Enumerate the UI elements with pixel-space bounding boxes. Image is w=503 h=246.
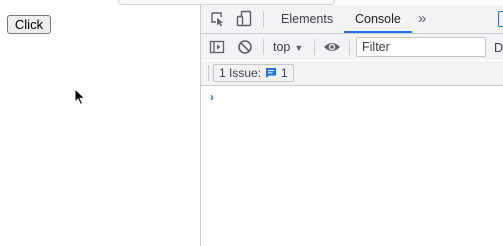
default-levels-label[interactable]: D bbox=[494, 40, 503, 56]
console-prompt[interactable]: › bbox=[210, 90, 214, 104]
inspect-element-icon[interactable] bbox=[210, 11, 226, 27]
issues-label: 1 Issue: bbox=[219, 66, 262, 80]
issues-count: 1 bbox=[281, 66, 288, 80]
tab-separator bbox=[263, 11, 264, 27]
devtools-tab-bar: Elements Console » bbox=[201, 5, 503, 34]
click-button[interactable]: Click bbox=[7, 15, 51, 34]
device-toggle-icon[interactable] bbox=[236, 10, 252, 28]
active-tab-indicator bbox=[344, 31, 412, 33]
filter-input[interactable] bbox=[356, 37, 486, 57]
issues-separator bbox=[208, 65, 209, 81]
console-output[interactable]: › bbox=[201, 86, 503, 246]
sidebar-toggle-icon[interactable] bbox=[209, 39, 225, 55]
cursor-pointer-icon bbox=[74, 88, 86, 106]
toolbar-separator bbox=[314, 39, 315, 55]
issues-button[interactable]: 1 Issue: 1 bbox=[213, 64, 294, 82]
tab-elements[interactable]: Elements bbox=[281, 5, 333, 33]
context-label: top bbox=[273, 40, 291, 54]
issue-message-icon bbox=[266, 68, 277, 78]
page-viewport: Click bbox=[0, 5, 200, 246]
tab-console[interactable]: Console bbox=[355, 5, 401, 33]
eye-icon[interactable] bbox=[323, 40, 341, 54]
devtools-panel: Elements Console » top▼ D 1 Issue: bbox=[200, 5, 503, 246]
toolbar-separator bbox=[263, 39, 264, 55]
clear-console-icon[interactable] bbox=[237, 39, 253, 55]
context-selector[interactable]: top ▼ bbox=[273, 39, 303, 56]
chevron-down-icon: ▼ bbox=[294, 43, 304, 53]
toolbar-separator bbox=[349, 39, 350, 55]
console-toolbar: top▼ D bbox=[201, 34, 503, 60]
more-tabs-button[interactable]: » bbox=[418, 10, 426, 27]
issues-bar: 1 Issue: 1 bbox=[201, 61, 503, 86]
settings-edge-icon[interactable] bbox=[498, 11, 503, 27]
